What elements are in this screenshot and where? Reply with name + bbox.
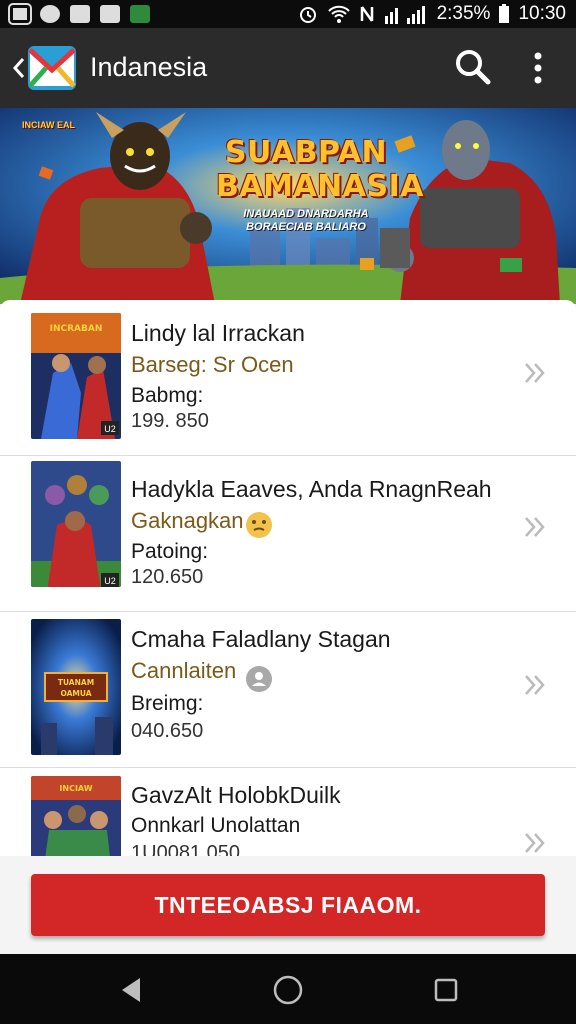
item-tag: Gaknagkan — [131, 508, 244, 533]
wifi-icon — [327, 5, 350, 23]
signal-bars-icon — [384, 6, 425, 24]
svg-text:INCIAW: INCIAW — [59, 784, 92, 793]
thumb-badge: U2 — [104, 576, 116, 586]
search-icon[interactable] — [454, 48, 492, 86]
item-thumbnail: U2 — [31, 461, 121, 587]
alarm-icon — [299, 7, 316, 23]
item-title: GavzAlt HolobkDuilk — [131, 782, 341, 808]
svg-text:TUANAM: TUANAM — [58, 678, 94, 687]
item-value: 1U0081.050 — [131, 842, 240, 856]
status-bar: 2:35% 10:30 — [0, 0, 576, 28]
item-value: 120.650 — [131, 566, 204, 588]
thumb-badge: U2 — [104, 424, 116, 434]
edit-notification-icon — [70, 5, 90, 23]
settings-notification-icon — [40, 5, 60, 23]
list-item[interactable]: U2 Hadykla Eaaves, Anda RnagnReah Gaknag… — [0, 456, 576, 612]
app-logo-icon — [28, 46, 76, 90]
banner-title: SUABPAN BAMANASIA — [216, 135, 424, 204]
back-arrow-icon[interactable] — [12, 56, 26, 80]
list-item[interactable]: INCRABAN U2 Lindy lal Irrackan Barseg: S… — [0, 300, 576, 456]
list-item[interactable]: TUANAM OAMUA Cmaha Faladlany Stagan Cann… — [0, 612, 576, 768]
item-title: Hadykla Eaaves, Anda RnagnReah — [131, 476, 492, 502]
battery-text: 2:35% — [436, 3, 491, 24]
nav-back-icon[interactable] — [118, 976, 144, 1004]
item-thumbnail: INCIAW — [31, 776, 121, 856]
clock-time: 10:30 — [518, 3, 566, 24]
svg-text:OAMUA: OAMUA — [60, 689, 91, 698]
nav-recents-icon[interactable] — [434, 978, 458, 1002]
page-title: Indanesia — [90, 52, 208, 82]
svg-text:INCRABAN: INCRABAN — [50, 324, 103, 334]
item-value: 199. 850 — [131, 410, 209, 432]
banner-corner-badge: INCIAW EAL — [22, 120, 75, 130]
banner-subtitle-line: INAUAAD DNARDARHA — [243, 208, 369, 220]
banner-subtitle: INAUAAD DNARDARHA BORAECIAB BALIARO — [226, 208, 386, 234]
bottom-action-area: TNTEEOABSJ FIAAOM. — [0, 856, 576, 954]
primary-action-button[interactable]: TNTEEOABSJ FIAAOM. — [31, 874, 545, 936]
banner-subtitle-line: BORAECIAB BALIARO — [246, 221, 366, 233]
item-tag: Barseg: Sr Ocen — [131, 352, 294, 377]
item-thumbnail: INCRABAN U2 — [31, 313, 121, 439]
system-nav-bar — [0, 954, 576, 1024]
chevron-right-icon[interactable] — [522, 514, 548, 540]
app-bar: Indanesia — [0, 28, 576, 108]
gallery-notification-icon — [8, 3, 32, 25]
nav-home-icon[interactable] — [272, 974, 304, 1006]
emoji-face-icon — [246, 512, 272, 538]
mail-notification-icon — [100, 5, 120, 23]
item-label: Babmg: — [131, 384, 204, 407]
overflow-menu-icon[interactable] — [528, 50, 548, 86]
banner-title-line: SUABPAN — [224, 135, 388, 170]
list-item[interactable]: INCIAW GavzAlt HolobkDuilk Onnkarl Unola… — [0, 768, 576, 856]
item-tag: Cannlaiten — [131, 658, 237, 683]
app-screen: 2:35% 10:30 Indanesia INCIAW EAL SUABPAN… — [0, 0, 576, 1024]
chevron-right-icon[interactable] — [522, 830, 548, 856]
user-avatar-icon — [246, 666, 272, 692]
item-title: Cmaha Faladlany Stagan — [131, 626, 391, 652]
item-label: Patoing: — [131, 540, 209, 563]
promo-banner[interactable]: INCIAW EAL SUABPAN BAMANASIA INAUAAD DNA… — [0, 108, 576, 304]
banner-title-line: BAMANASIA — [216, 169, 424, 204]
item-title: Lindy lal Irrackan — [131, 320, 305, 346]
item-value: 040.650 — [131, 720, 204, 742]
item-thumbnail: TUANAM OAMUA — [31, 619, 121, 755]
chevron-right-icon[interactable] — [522, 672, 548, 698]
game-list: INCRABAN U2 Lindy lal Irrackan Barseg: S… — [0, 300, 576, 856]
battery-icon — [499, 4, 510, 23]
item-tag: Onnkarl Unolattan — [131, 814, 301, 837]
app-notification-icon — [130, 5, 150, 23]
nfc-icon — [360, 6, 373, 22]
chevron-right-icon[interactable] — [522, 360, 548, 386]
item-label: Breimg: — [131, 692, 204, 715]
